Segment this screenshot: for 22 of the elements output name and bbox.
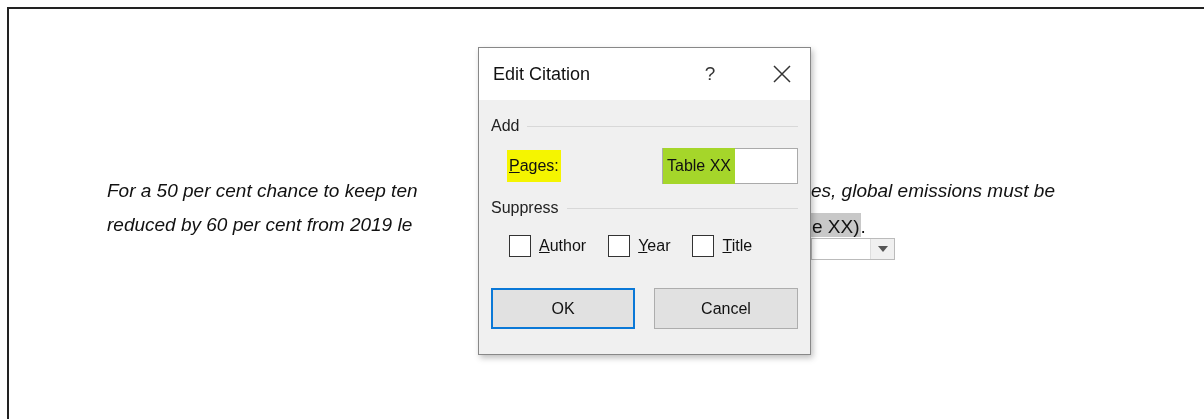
- checkbox[interactable]: [608, 235, 631, 257]
- dialog-title: Edit Citation: [493, 62, 591, 86]
- checkbox[interactable]: [692, 235, 715, 257]
- body-text: es, global emissions must be: [811, 178, 1055, 203]
- body-text: For a 50 per cent chance to keep ten: [107, 178, 419, 203]
- dialog-button[interactable]: Cancel: [654, 288, 798, 329]
- section-heading: Add: [491, 116, 520, 136]
- checkbox-label: Year: [638, 236, 671, 256]
- close-icon[interactable]: [772, 64, 792, 84]
- pages-label: Pages:: [507, 150, 561, 182]
- body-text: reduced by 60 per cent from 2019 le: [107, 212, 414, 237]
- dialog-button[interactable]: OK: [491, 288, 635, 329]
- field-value: Table XX: [663, 148, 736, 184]
- checkbox-label: Title: [722, 236, 753, 256]
- citation-text: e XX): [811, 213, 861, 237]
- checkbox[interactable]: [509, 235, 531, 257]
- section-heading: Suppress: [491, 198, 559, 218]
- help-button[interactable]: ?: [698, 59, 722, 89]
- checkbox-label: Author: [539, 236, 587, 256]
- body-text: .: [860, 215, 866, 237]
- pages-field[interactable]: Table XX: [662, 148, 798, 184]
- citation-dropdown[interactable]: [811, 238, 895, 260]
